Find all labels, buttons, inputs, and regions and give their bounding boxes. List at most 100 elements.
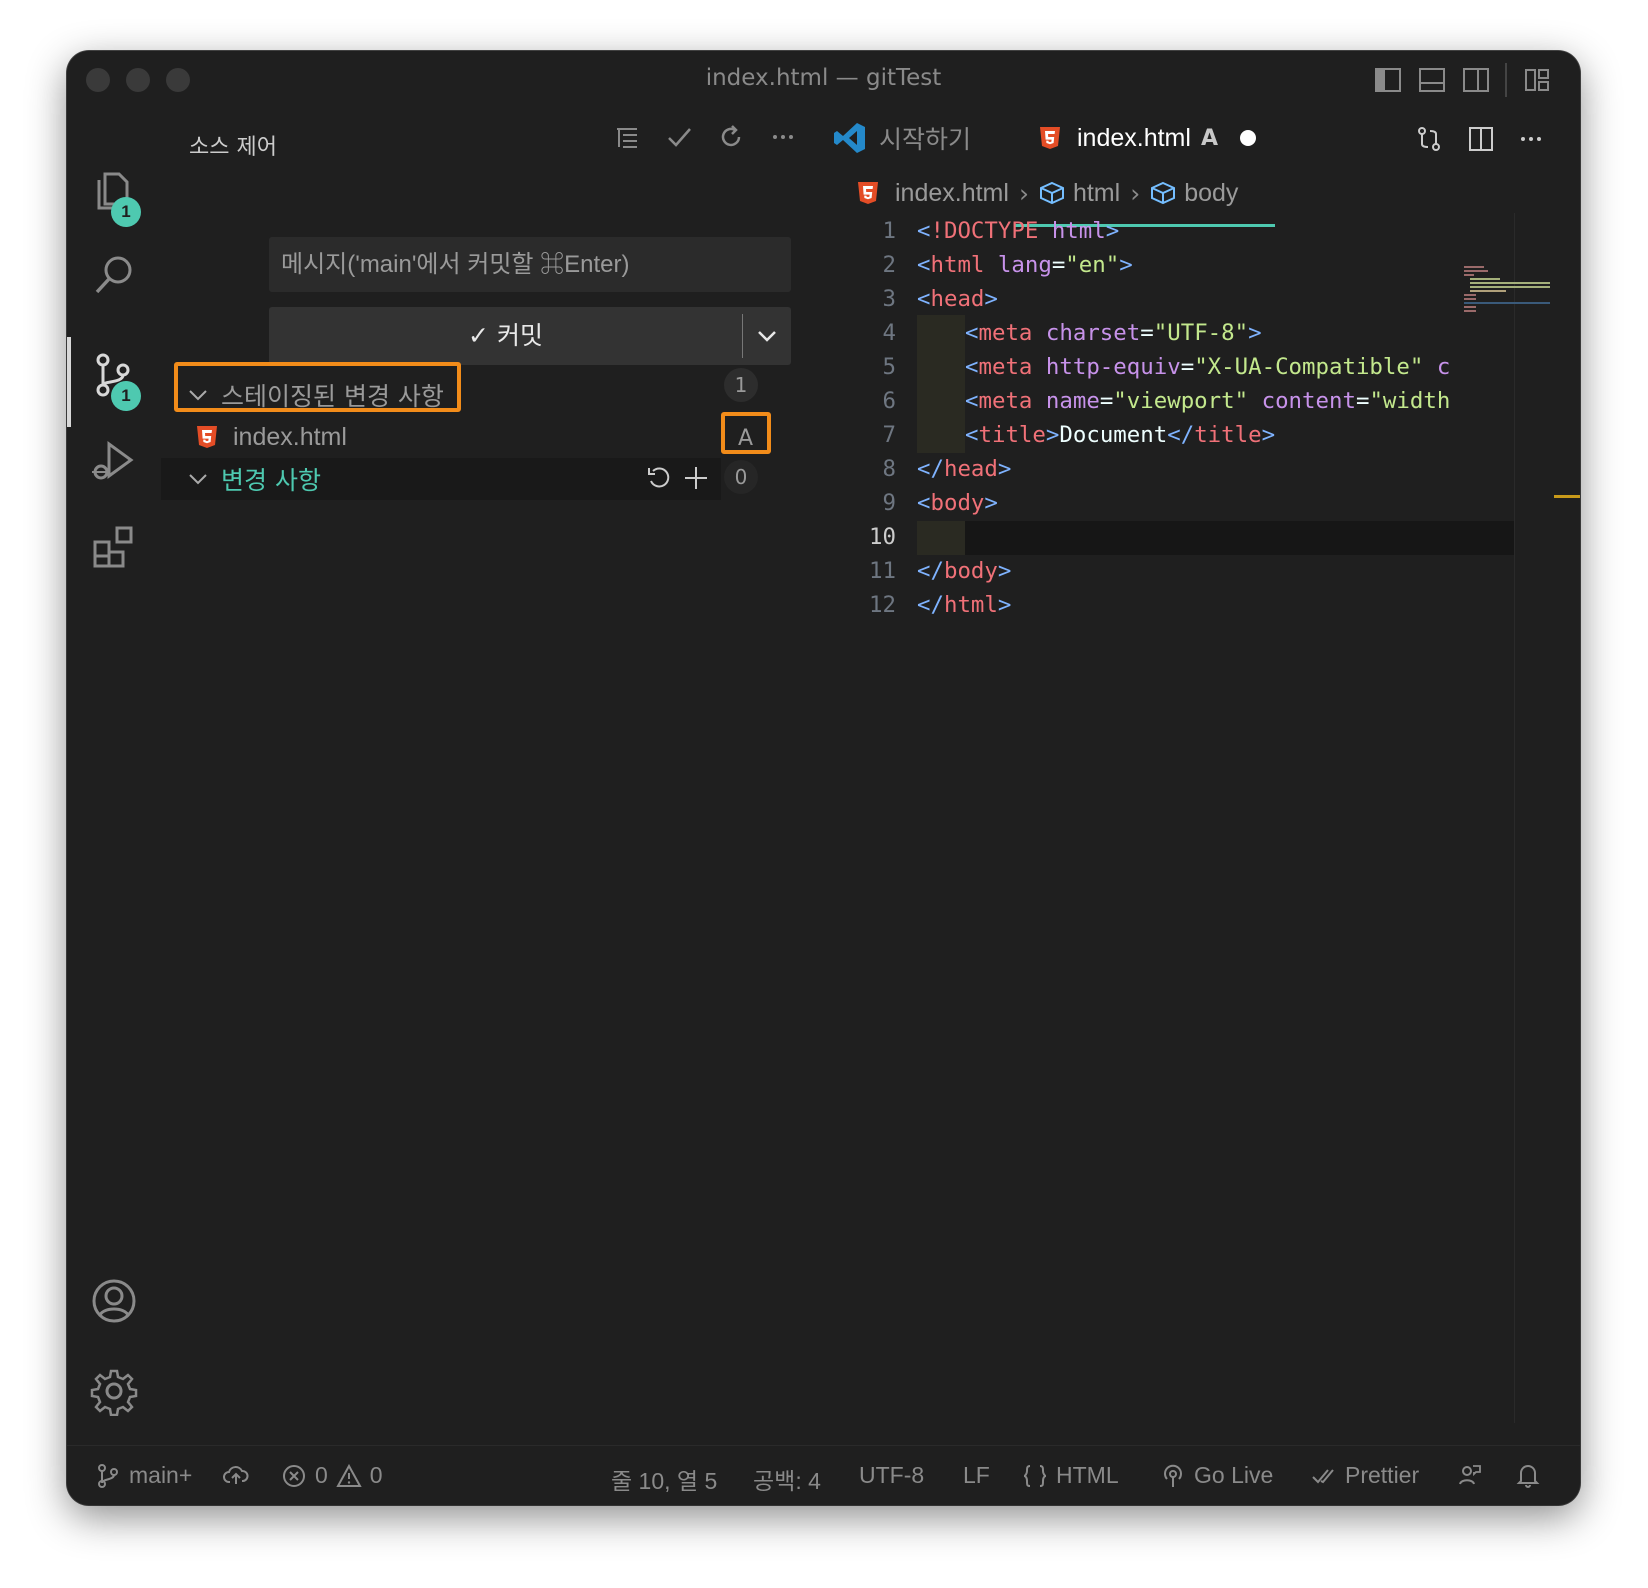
- account-icon: [92, 1279, 136, 1323]
- code-line: 2 <html lang="en">: [882, 252, 1133, 278]
- chevron-down-icon[interactable]: [183, 468, 213, 490]
- vscode-window: index.html — gitTest 1 1 소스 제어 메시지('main…: [67, 51, 1580, 1505]
- split-editor-icon[interactable]: [1463, 121, 1499, 157]
- view-as-tree-icon[interactable]: [611, 121, 643, 153]
- run-debug-button[interactable]: [67, 419, 161, 503]
- stage-all-icon[interactable]: [679, 461, 713, 495]
- code-line: 11 </body>: [869, 558, 1012, 584]
- window-title: index.html — gitTest: [705, 65, 942, 91]
- feedback-icon[interactable]: [1457, 1462, 1483, 1488]
- broadcast-icon: [1164, 1464, 1182, 1487]
- tab-label: 시작하기: [879, 125, 972, 154]
- search-icon: [95, 256, 132, 294]
- error-count: 0: [315, 1462, 328, 1488]
- prettier-label: Prettier: [1345, 1462, 1420, 1488]
- minimap-border: [1514, 213, 1515, 1423]
- problems-indicator[interactable]: 0 0: [281, 1462, 383, 1489]
- scrollbar-marker: [1554, 495, 1580, 498]
- html5-icon: [1040, 127, 1060, 149]
- encoding[interactable]: UTF-8: [859, 1462, 924, 1489]
- changes-group-label: 변경 사항: [221, 466, 321, 495]
- unsaved-dot-icon[interactable]: [1239, 130, 1256, 146]
- staged-file-name: index.html: [233, 422, 347, 451]
- toggle-panel-icon[interactable]: [1417, 65, 1447, 95]
- go-live-button[interactable]: Go Live: [1160, 1462, 1273, 1489]
- accounts-button[interactable]: [67, 1259, 161, 1343]
- html5-icon: [195, 425, 219, 449]
- branch-indicator[interactable]: main+: [95, 1462, 192, 1489]
- commit-message-input[interactable]: 메시지('main'에서 커밋할 ⌘Enter): [269, 237, 791, 292]
- error-icon: [283, 1464, 305, 1487]
- code-line: 6 <meta name="viewport" content="width: [882, 388, 1451, 414]
- explorer-badge: 1: [111, 197, 141, 227]
- minimap[interactable]: [1462, 264, 1552, 324]
- tab-index-html[interactable]: index.html A: [1039, 109, 1256, 167]
- breadcrumb-body[interactable]: body: [1184, 179, 1238, 208]
- publish-branch-icon[interactable]: [223, 1462, 249, 1488]
- double-check-icon: [1312, 1468, 1334, 1483]
- breadcrumb-separator: ›: [1018, 178, 1029, 208]
- toggle-secondary-sidebar-icon[interactable]: [1461, 65, 1491, 95]
- staged-count-badge: 1: [724, 368, 758, 402]
- code-line: 12 </html>: [869, 592, 1012, 618]
- changes-group[interactable]: 변경 사항: [161, 458, 721, 500]
- chevron-down-icon: [758, 331, 776, 342]
- code-line: 8 </head>: [882, 456, 1012, 482]
- open-changes-icon[interactable]: [1411, 121, 1447, 157]
- symbol-element-icon: [1039, 181, 1064, 205]
- breadcrumb-separator: ›: [1130, 178, 1141, 208]
- extensions-button[interactable]: [67, 505, 161, 589]
- language-label: HTML: [1056, 1462, 1119, 1488]
- explorer-button[interactable]: 1: [67, 149, 161, 233]
- discard-all-icon[interactable]: [641, 461, 675, 495]
- tab-git-status: A: [1200, 125, 1218, 151]
- code-line: 9 <body>: [882, 490, 998, 516]
- sidebar-title: 소스 제어: [189, 135, 277, 160]
- toggle-sidebar-icon[interactable]: [1373, 65, 1403, 95]
- staged-highlight-box: [174, 362, 461, 412]
- editor-tabs: 시작하기 index.html A: [821, 109, 1580, 227]
- sidebar-actions: [611, 121, 799, 153]
- branch-name: main+: [129, 1462, 193, 1488]
- code-line: 3 <head>: [882, 286, 998, 312]
- commit-dropdown-button[interactable]: [743, 307, 791, 365]
- scm-badge: 1: [111, 381, 141, 411]
- code-line: 1 <!DOCTYPE html>: [882, 218, 1120, 244]
- tab-get-started[interactable]: 시작하기: [833, 109, 971, 167]
- code-line: 5 <meta http-equiv="X-UA-Compatible" c: [882, 354, 1451, 380]
- extensions-icon: [93, 526, 133, 568]
- title-bar: index.html — gitTest: [67, 51, 1580, 109]
- refresh-icon[interactable]: [715, 121, 747, 153]
- end-of-line[interactable]: LF: [963, 1462, 990, 1489]
- breadcrumb: index.html › html › body: [857, 173, 1238, 213]
- run-debug-icon: [92, 441, 134, 480]
- staged-file-item[interactable]: index.html: [161, 416, 743, 458]
- commit-button-label[interactable]: ✓ 커밋: [269, 307, 742, 365]
- language-mode[interactable]: HTML: [1022, 1462, 1119, 1489]
- braces-icon: [1023, 1464, 1047, 1487]
- breadcrumb-file[interactable]: index.html: [895, 179, 1009, 208]
- tab-label: index.html: [1077, 123, 1191, 152]
- more-actions-icon[interactable]: [1513, 121, 1549, 157]
- customize-layout-icon[interactable]: [1522, 65, 1552, 95]
- cursor-position[interactable]: 줄 10, 열 5: [611, 1462, 717, 1496]
- editor-area: 시작하기 index.html A index.html › html › bo…: [821, 109, 1580, 1423]
- commit-check-icon[interactable]: [663, 121, 695, 153]
- indentation[interactable]: 공백: 4: [753, 1462, 821, 1496]
- notifications-bell-icon[interactable]: [1515, 1462, 1541, 1488]
- source-control-sidebar: 소스 제어 메시지('main'에서 커밋할 ⌘Enter) ✓ 커밋 스테이징…: [161, 109, 821, 1423]
- code-line: 4 <meta charset="UTF-8">: [882, 320, 1262, 346]
- search-button[interactable]: [67, 233, 161, 317]
- commit-button[interactable]: ✓ 커밋: [269, 307, 791, 365]
- html5-icon: [858, 182, 878, 204]
- manage-button[interactable]: [67, 1349, 161, 1433]
- status-highlight-box: [721, 412, 771, 454]
- branch-icon: [98, 1463, 118, 1488]
- title-divider: [1505, 63, 1507, 97]
- changes-count-badge: 0: [724, 460, 758, 494]
- breadcrumb-html[interactable]: html: [1073, 179, 1120, 208]
- source-control-button[interactable]: 1: [67, 333, 161, 417]
- more-actions-icon[interactable]: [767, 121, 799, 153]
- prettier-button[interactable]: Prettier: [1311, 1462, 1419, 1489]
- status-bar: main+ 0 0 줄 10, 열 5 공백: 4 UTF-8 LF HTML …: [67, 1445, 1580, 1505]
